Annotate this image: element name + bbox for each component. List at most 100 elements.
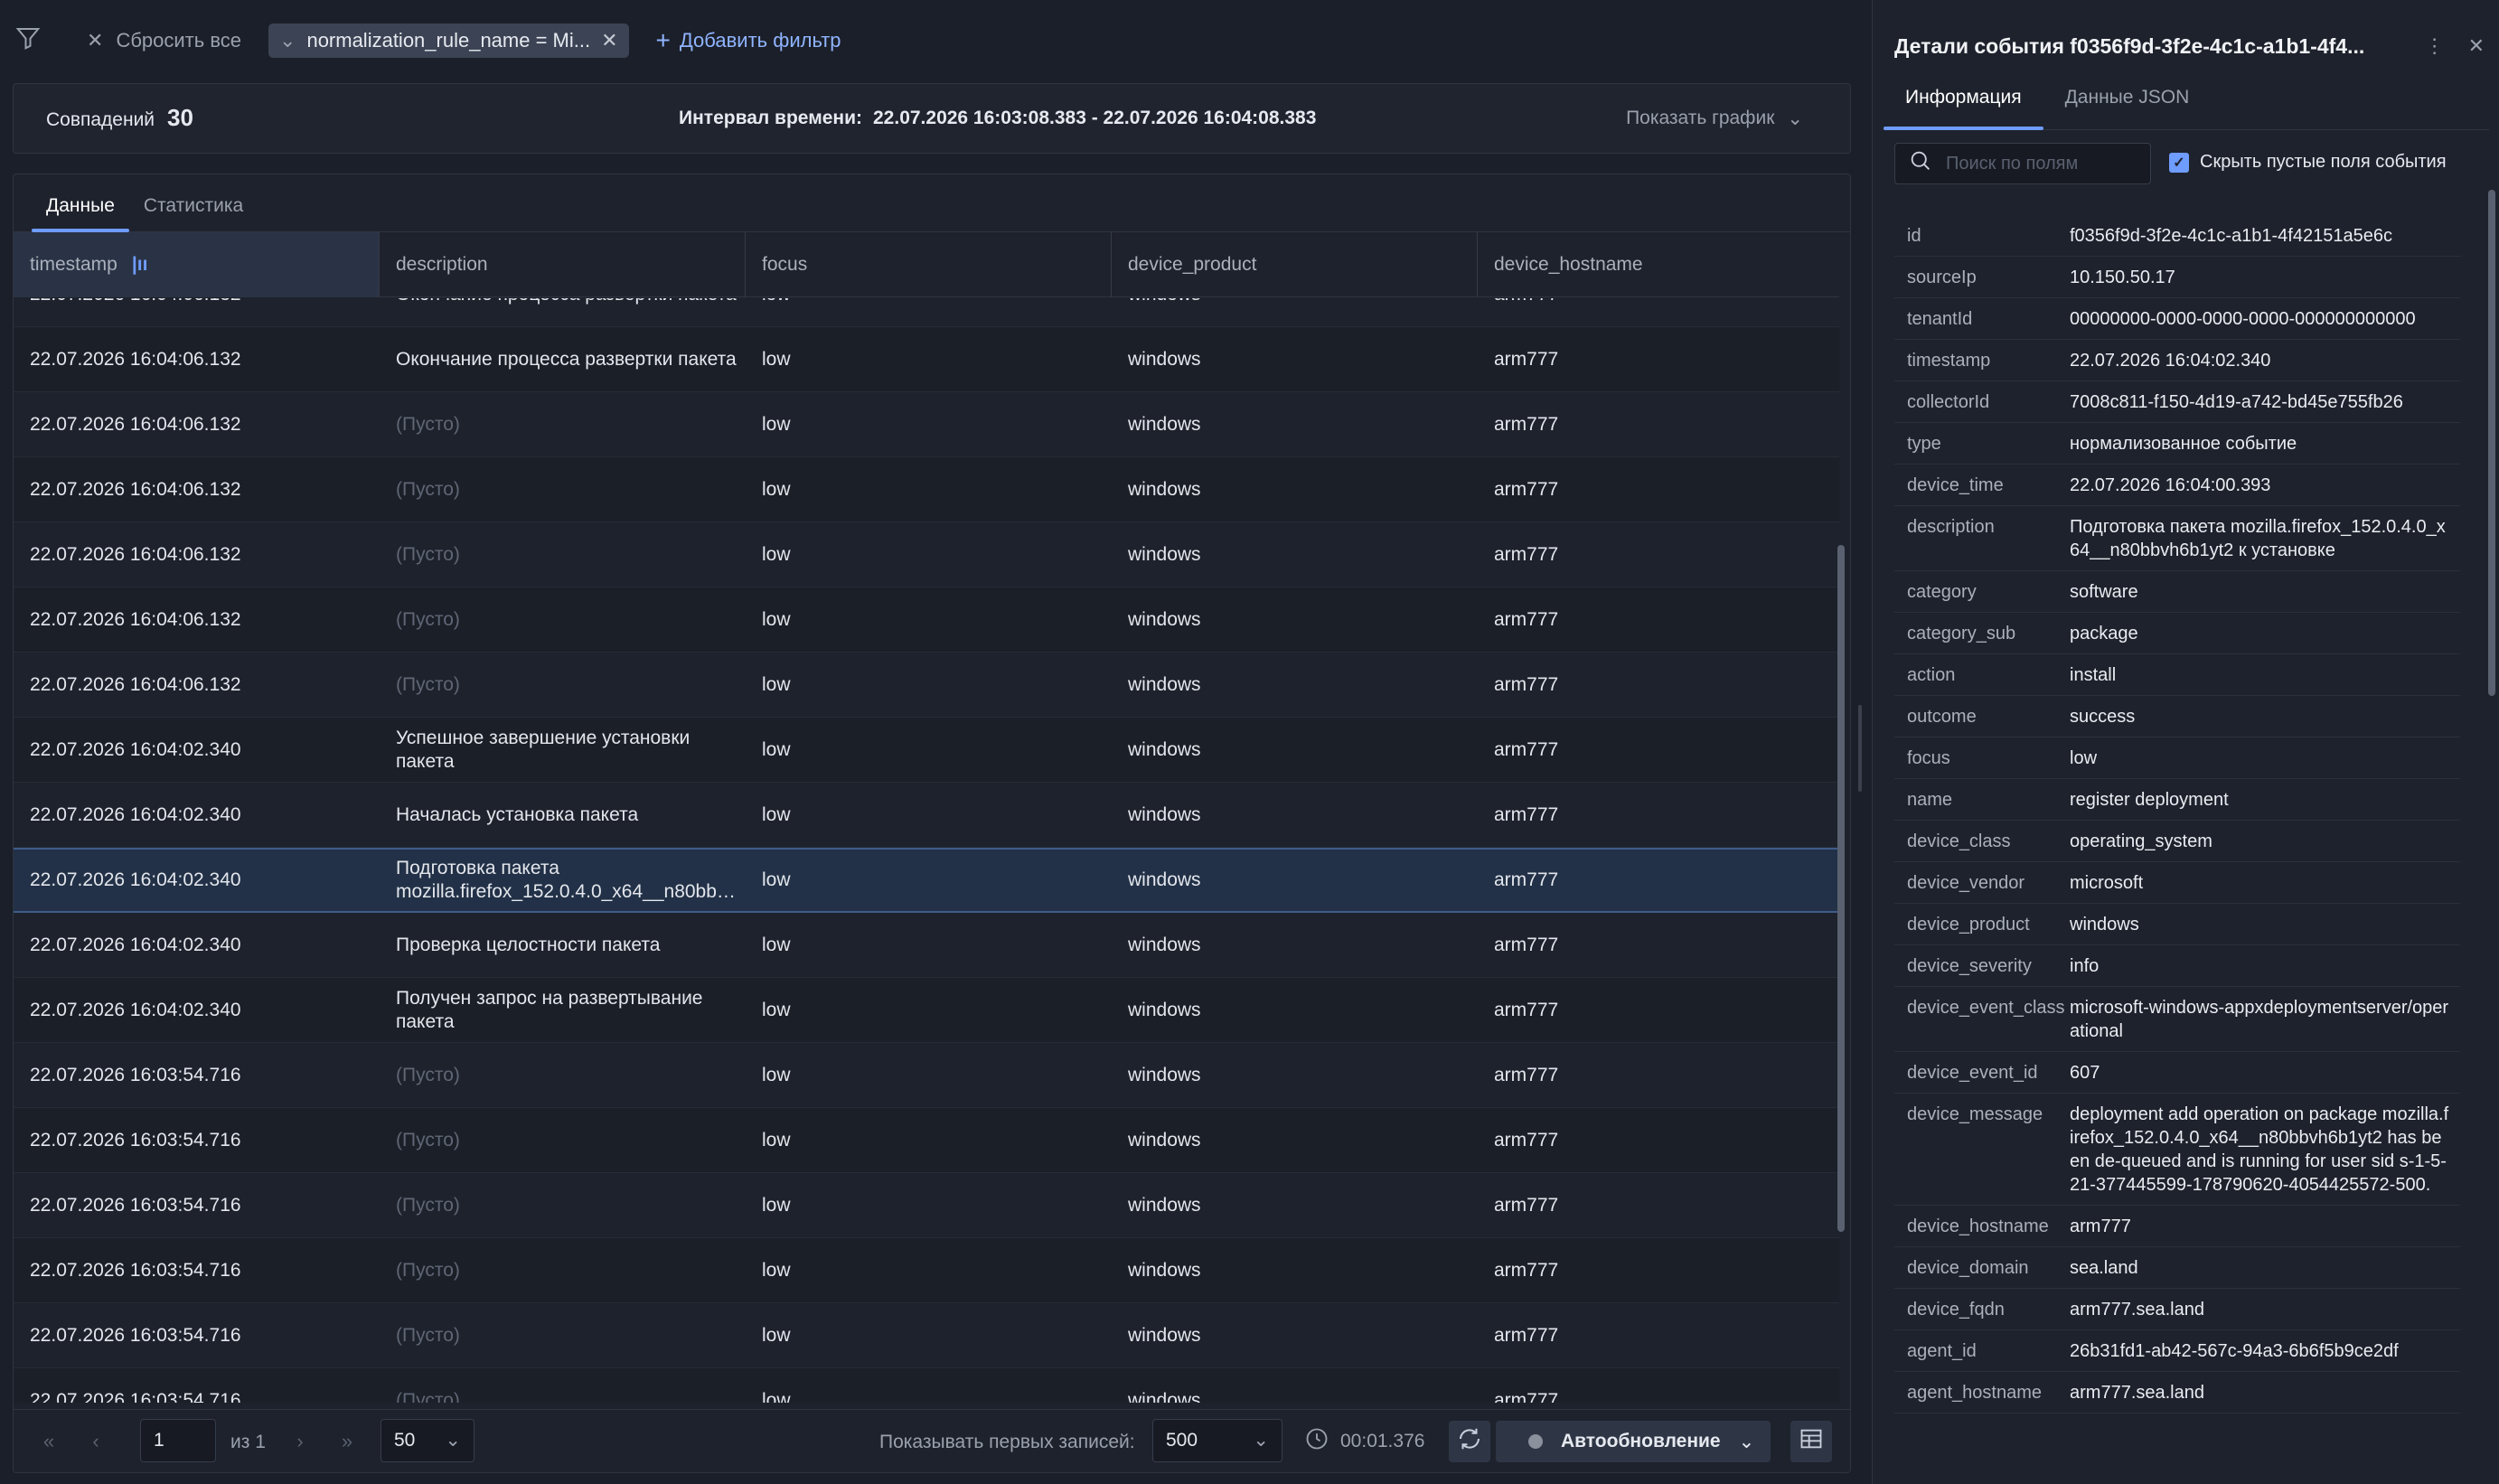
table-row[interactable]: 22.07.2026 16:04:06.132Окончание процесс… (14, 298, 1839, 327)
field-search-input[interactable]: Поиск по полям (1894, 143, 2151, 184)
panel-resize-handle[interactable] (1858, 705, 1862, 792)
filter-icon[interactable] (14, 24, 42, 57)
column-header-focus[interactable]: focus (746, 232, 1112, 297)
refresh-button[interactable] (1449, 1421, 1490, 1462)
event-field-row[interactable]: category_sub package (1894, 613, 2460, 654)
table-row[interactable]: 22.07.2026 16:04:02.340 Получен запрос на… (14, 978, 1839, 1043)
table-row[interactable]: 22.07.2026 16:03:54.716 (Пусто) low windows… (14, 1368, 1839, 1403)
table-row[interactable]: 22.07.2026 16:04:06.132 (Пусто) low windows… (14, 653, 1839, 718)
field-value: software (2070, 582, 2138, 602)
column-label: device_product (1128, 254, 1257, 275)
tab-info[interactable]: Информация (1884, 87, 2043, 130)
event-field-row[interactable]: device_vendor microsoft (1894, 862, 2460, 904)
table-row[interactable]: 22.07.2026 16:04:06.132 (Пусто) low windows… (14, 587, 1839, 653)
first-records-select[interactable]: 500 ⌄ (1152, 1419, 1282, 1462)
event-field-row[interactable]: device_event_id 607 (1894, 1052, 2460, 1094)
table-row[interactable]: 22.07.2026 16:04:06.132 (Пусто) low windows… (14, 392, 1839, 457)
chevron-down-icon: ⌄ (1253, 1430, 1269, 1451)
add-filter-button[interactable]: + Добавить фильтр (656, 26, 841, 55)
event-field-row[interactable]: device_product windows (1894, 904, 2460, 945)
column-header-device-hostname[interactable]: device_hostname (1478, 232, 1839, 297)
event-field-row[interactable]: device_time 22.07.2026 16:04:00.393 (1894, 465, 2460, 506)
event-field-row[interactable]: outcome success (1894, 696, 2460, 737)
tab-stats[interactable]: Статистика (129, 195, 258, 231)
show-chart-button[interactable]: Показать график ⌄ (1626, 108, 1803, 130)
event-field-row[interactable]: device_message deployment add operation o… (1894, 1094, 2460, 1206)
table-row[interactable]: 22.07.2026 16:04:06.132Окончание процесс… (14, 327, 1839, 392)
chevron-down-icon[interactable]: ⌄ (279, 29, 296, 52)
cell-focus: low (762, 1324, 791, 1346)
cell-description: (Пусто) (396, 1194, 460, 1216)
table-body: 22.07.2026 16:04:06.132 Окончание процесс… (14, 298, 1839, 1403)
page-size-select[interactable]: 50 ⌄ (380, 1419, 474, 1462)
sort-icon[interactable]: |ıı (132, 254, 148, 276)
cell-description: (Пусто) (396, 413, 460, 435)
event-field-row[interactable]: type нормализованное событие (1894, 423, 2460, 465)
event-field-row[interactable]: device_event_class microsoft-windows-appx… (1894, 987, 2460, 1052)
first-page-button[interactable]: « (30, 1423, 68, 1461)
cell-device-product: windows (1128, 1129, 1201, 1151)
cell-description: Началась установка пакета (396, 803, 639, 825)
event-field-row[interactable]: id f0356f9d-3f2e-4c1c-a1b1-4f42151a5e6c (1894, 215, 2460, 257)
cell-device-product: windows (1128, 348, 1201, 370)
event-field-row[interactable]: category software (1894, 571, 2460, 613)
cell-focus: low (762, 1389, 791, 1404)
event-field-row[interactable]: device_hostname arm777 (1894, 1206, 2460, 1247)
event-field-row[interactable]: focus low (1894, 737, 2460, 779)
event-field-row[interactable]: device_class operating_system (1894, 821, 2460, 862)
event-field-row[interactable]: description Подготовка пакета mozilla.fir… (1894, 506, 2460, 571)
next-page-button[interactable]: › (281, 1423, 319, 1461)
cell-device-product: windows (1128, 1259, 1201, 1281)
table-row[interactable]: 22.07.2026 16:04:06.132 (Пусто) low windows… (14, 522, 1839, 587)
table-row[interactable]: 22.07.2026 16:03:54.716 (Пусто) low windows… (14, 1043, 1839, 1108)
details-scrollbar[interactable] (2488, 190, 2495, 696)
autoupdate-label: Автообновление (1561, 1431, 1721, 1451)
column-header-timestamp[interactable]: timestamp |ıı (14, 232, 380, 297)
event-field-row[interactable]: sourceIp 10.150.50.17 (1894, 257, 2460, 298)
table-row[interactable]: 22.07.2026 16:04:06.132 (Пусто) low windows… (14, 457, 1839, 522)
hide-empty-checkbox[interactable]: ✓ Скрыть пустые поля события (2169, 152, 2447, 173)
table-row[interactable]: 22.07.2026 16:03:54.716 (Пусто) low windows… (14, 1108, 1839, 1173)
last-page-button[interactable]: » (328, 1423, 366, 1461)
table-settings-button[interactable] (1790, 1421, 1832, 1462)
event-field-row[interactable]: agent_hostname arm777.sea.land (1894, 1372, 2460, 1414)
filter-chip[interactable]: ⌄ normalization_rule_name = Mi... ✕ (268, 23, 629, 58)
column-header-description[interactable]: description (380, 232, 746, 297)
event-field-row[interactable]: action install (1894, 654, 2460, 696)
prev-page-button[interactable]: ‹ (77, 1423, 115, 1461)
cell-timestamp: 22.07.2026 16:03:54.716 (30, 1194, 241, 1216)
close-icon[interactable]: ✕ (2468, 34, 2485, 58)
more-options-icon[interactable]: ⋮ (2425, 34, 2445, 58)
autoupdate-button[interactable]: Автообновление ⌄ (1496, 1421, 1771, 1462)
tab-data[interactable]: Данные (32, 195, 129, 232)
event-field-row[interactable]: device_fqdn arm777.sea.land (1894, 1289, 2460, 1330)
table-scrollbar[interactable] (1837, 545, 1845, 1232)
event-field-row[interactable]: timestamp 22.07.2026 16:04:02.340 (1894, 340, 2460, 381)
cell-device-product: windows (1128, 608, 1201, 630)
field-value: register deployment (2070, 790, 2229, 810)
page-size-value: 50 (394, 1430, 416, 1451)
table-row[interactable]: 22.07.2026 16:03:54.716 (Пусто) low windows… (14, 1173, 1839, 1238)
reset-all-button[interactable]: ✕ Сбросить все (87, 29, 241, 52)
field-key: tenantId (1907, 309, 1973, 329)
table-row[interactable]: 22.07.2026 16:04:02.340 Началась установк… (14, 783, 1839, 848)
close-icon[interactable]: ✕ (601, 29, 617, 52)
event-field-row[interactable]: tenantId 00000000-0000-0000-0000-00000000… (1894, 298, 2460, 340)
page-input[interactable]: 1 (140, 1419, 216, 1462)
table-row[interactable]: 22.07.2026 16:04:02.340 Успешное завершен… (14, 718, 1839, 783)
tab-json[interactable]: Данные JSON (2043, 87, 2212, 129)
event-field-row[interactable]: collectorId 7008c811-f150-4d19-a742-bd45e… (1894, 381, 2460, 423)
table-row[interactable]: 22.07.2026 16:04:02.340 Подготовка пакета… (14, 848, 1839, 913)
column-header-device-product[interactable]: device_product (1112, 232, 1478, 297)
interval-label: Интервал времени: (679, 108, 862, 128)
table-row[interactable]: 22.07.2026 16:03:54.716 (Пусто) low windows… (14, 1238, 1839, 1303)
field-key: focus (1907, 748, 1950, 768)
checkbox-checked-icon[interactable]: ✓ (2169, 152, 2189, 173)
event-field-row[interactable]: name register deployment (1894, 779, 2460, 821)
event-field-row[interactable]: device_severity info (1894, 945, 2460, 987)
event-field-row[interactable]: device_domain sea.land (1894, 1247, 2460, 1289)
event-field-row[interactable]: agent_id 26b31fd1-ab42-567c-94a3-6b6f5b9c… (1894, 1330, 2460, 1372)
table-row[interactable]: 22.07.2026 16:04:02.340 Проверка целостно… (14, 913, 1839, 978)
field-value: operating_system (2070, 831, 2212, 851)
table-row[interactable]: 22.07.2026 16:03:54.716 (Пусто) low windows… (14, 1303, 1839, 1368)
